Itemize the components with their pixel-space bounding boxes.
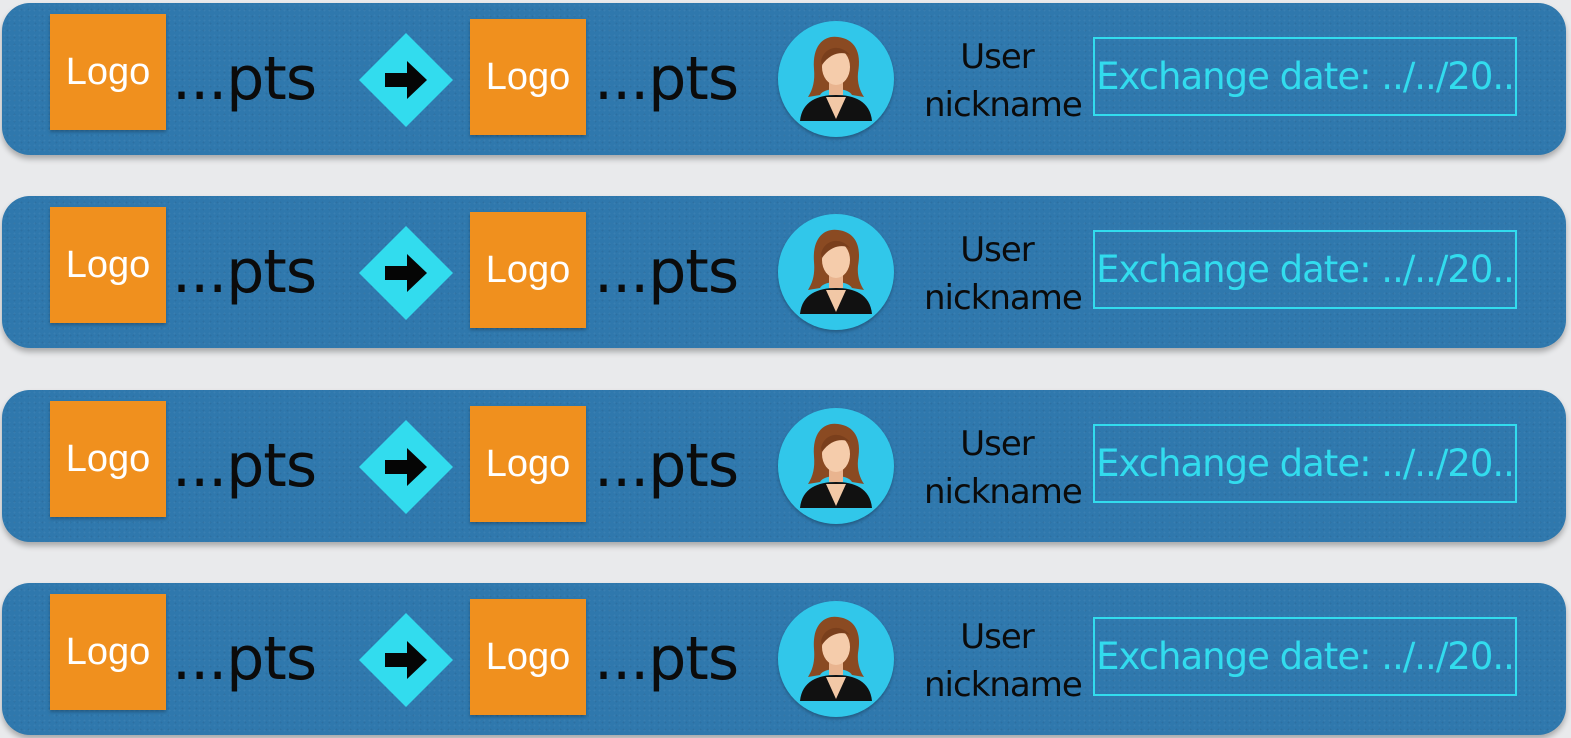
target-logo: Logo bbox=[470, 406, 586, 522]
female-user-avatar-icon bbox=[800, 229, 872, 314]
user-nickname: User nickname bbox=[924, 33, 1083, 129]
nickname-line-1: User bbox=[960, 230, 1035, 270]
nickname-line-1: User bbox=[960, 617, 1035, 657]
exchange-row[interactable]: Logo ...pts Logo ...pts User nickname Ex… bbox=[2, 583, 1566, 735]
source-points: ...pts bbox=[172, 431, 317, 501]
nickname-line-1: User bbox=[960, 37, 1035, 77]
exchange-date: Exchange date: ../../20.. bbox=[1093, 617, 1517, 696]
target-points: ...pts bbox=[594, 431, 739, 501]
exchange-row[interactable]: Logo ...pts Logo ...pts User nickname Ex… bbox=[2, 196, 1566, 348]
target-logo: Logo bbox=[470, 19, 586, 135]
female-user-avatar-icon bbox=[800, 616, 872, 701]
target-points: ...pts bbox=[594, 237, 739, 307]
exchange-date: Exchange date: ../../20.. bbox=[1093, 37, 1517, 116]
female-user-avatar-icon bbox=[800, 423, 872, 508]
nickname-line-1: User bbox=[960, 424, 1035, 464]
user-avatar[interactable] bbox=[778, 601, 894, 717]
source-points: ...pts bbox=[172, 624, 317, 694]
source-points: ...pts bbox=[172, 237, 317, 307]
source-logo: Logo bbox=[50, 14, 166, 130]
target-points: ...pts bbox=[594, 44, 739, 114]
target-points: ...pts bbox=[594, 624, 739, 694]
target-logo: Logo bbox=[470, 212, 586, 328]
exchange-date: Exchange date: ../../20.. bbox=[1093, 424, 1517, 503]
source-logo: Logo bbox=[50, 207, 166, 323]
nickname-line-2: nickname bbox=[924, 278, 1083, 318]
female-user-avatar-icon bbox=[800, 36, 872, 121]
nickname-line-2: nickname bbox=[924, 665, 1083, 705]
user-nickname: User nickname bbox=[924, 420, 1083, 516]
exchange-arrow-icon bbox=[357, 611, 455, 709]
user-avatar[interactable] bbox=[778, 21, 894, 137]
user-nickname: User nickname bbox=[924, 226, 1083, 322]
user-avatar[interactable] bbox=[778, 408, 894, 524]
exchange-row[interactable]: Logo ...pts Logo ...pts User nickname Ex… bbox=[2, 390, 1566, 542]
exchange-date: Exchange date: ../../20.. bbox=[1093, 230, 1517, 309]
nickname-line-2: nickname bbox=[924, 472, 1083, 512]
source-points: ...pts bbox=[172, 44, 317, 114]
source-logo: Logo bbox=[50, 401, 166, 517]
user-avatar[interactable] bbox=[778, 214, 894, 330]
target-logo: Logo bbox=[470, 599, 586, 715]
exchange-row[interactable]: Logo ...pts Logo ...pts User nickname Ex… bbox=[2, 3, 1566, 155]
source-logo: Logo bbox=[50, 594, 166, 710]
user-nickname: User nickname bbox=[924, 613, 1083, 709]
exchange-arrow-icon bbox=[357, 418, 455, 516]
exchange-arrow-icon bbox=[357, 224, 455, 322]
nickname-line-2: nickname bbox=[924, 85, 1083, 125]
exchange-arrow-icon bbox=[357, 31, 455, 129]
